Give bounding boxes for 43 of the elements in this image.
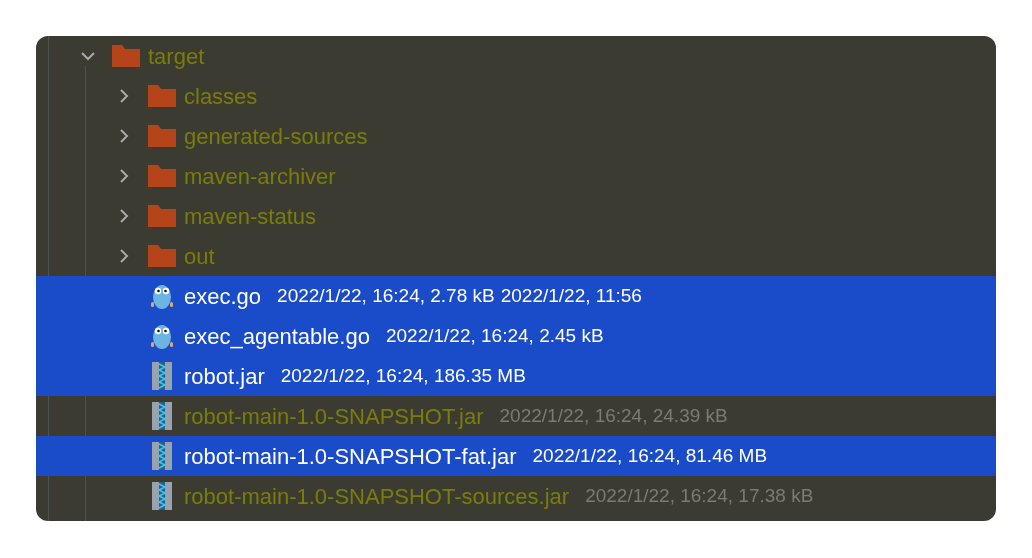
- file-name: robot.jar: [184, 362, 265, 391]
- file-details: 2022/1/22, 16:24, 2.78 kB: [277, 283, 495, 308]
- tree-row[interactable]: robot.jar 2022/1/22, 16:24, 186.35 MB: [36, 356, 996, 396]
- folder-icon: [148, 245, 176, 267]
- file-details: 2022/1/22, 16:24, 24.39 kB: [499, 403, 728, 428]
- file-name: exec_agentable.go: [184, 322, 370, 351]
- gopher-icon: [150, 282, 174, 310]
- file-name: robot-main-1.0-SNAPSHOT.jar: [184, 402, 484, 431]
- file-name: classes: [184, 82, 258, 111]
- tree-row[interactable]: classes: [36, 76, 996, 116]
- file-details: 2022/1/22, 16:24, 17.38 kB: [585, 483, 814, 508]
- folder-icon: [148, 85, 176, 107]
- tree-row[interactable]: generated-sources: [36, 116, 996, 156]
- tree-row[interactable]: target: [36, 36, 996, 76]
- folder-icon: [148, 205, 176, 227]
- modified-time: 2022/1/22, 11:56: [500, 283, 642, 308]
- file-name: out: [184, 242, 215, 271]
- folder-icon: [148, 165, 176, 187]
- file-name: maven-status: [184, 202, 317, 231]
- tree-row[interactable]: maven-archiver: [36, 156, 996, 196]
- file-name: robot-main-1.0-SNAPSHOT-fat.jar: [184, 442, 517, 471]
- archive-icon: [152, 402, 172, 430]
- tree-row[interactable]: exec.go 2022/1/22, 16:24, 2.78 kB 2022/1/22, 11:56: [36, 276, 996, 316]
- file-name: robot-main-1.0-SNAPSHOT-sources.jar: [184, 482, 570, 511]
- archive-icon: [152, 482, 172, 510]
- file-name: maven-archiver: [184, 162, 336, 191]
- tree-row[interactable]: out: [36, 236, 996, 276]
- folder-icon: [148, 125, 176, 147]
- tree-row[interactable]: exec_agentable.go 2022/1/22, 16:24, 2.45 kB: [36, 316, 996, 356]
- file-details: 2022/1/22, 16:24, 81.46 MB: [532, 443, 768, 468]
- tree-row[interactable]: maven-status: [36, 196, 996, 236]
- file-name: target: [148, 42, 205, 71]
- file-name: exec.go: [184, 282, 262, 311]
- tree-row[interactable]: robot-main-1.0-SNAPSHOT-sources.jar 2022/1/22, 16:24, 17.38 kB: [36, 476, 996, 516]
- file-details: 2022/1/22, 16:24, 2.45 kB: [385, 323, 604, 348]
- archive-icon: [152, 362, 172, 390]
- archive-icon: [152, 442, 172, 470]
- gopher-icon: [150, 322, 174, 350]
- file-name: generated-sources: [184, 122, 368, 151]
- file-details: 2022/1/22, 16:24, 186.35 MB: [280, 363, 526, 388]
- tree-row[interactable]: robot-main-1.0-SNAPSHOT-fat.jar 2022/1/22, 16:24, 81.46 MB: [36, 436, 996, 476]
- tree-row[interactable]: robot-main-1.0-SNAPSHOT.jar 2022/1/22, 16:24, 24.39 kB: [36, 396, 996, 436]
- folder-icon: [112, 45, 140, 67]
